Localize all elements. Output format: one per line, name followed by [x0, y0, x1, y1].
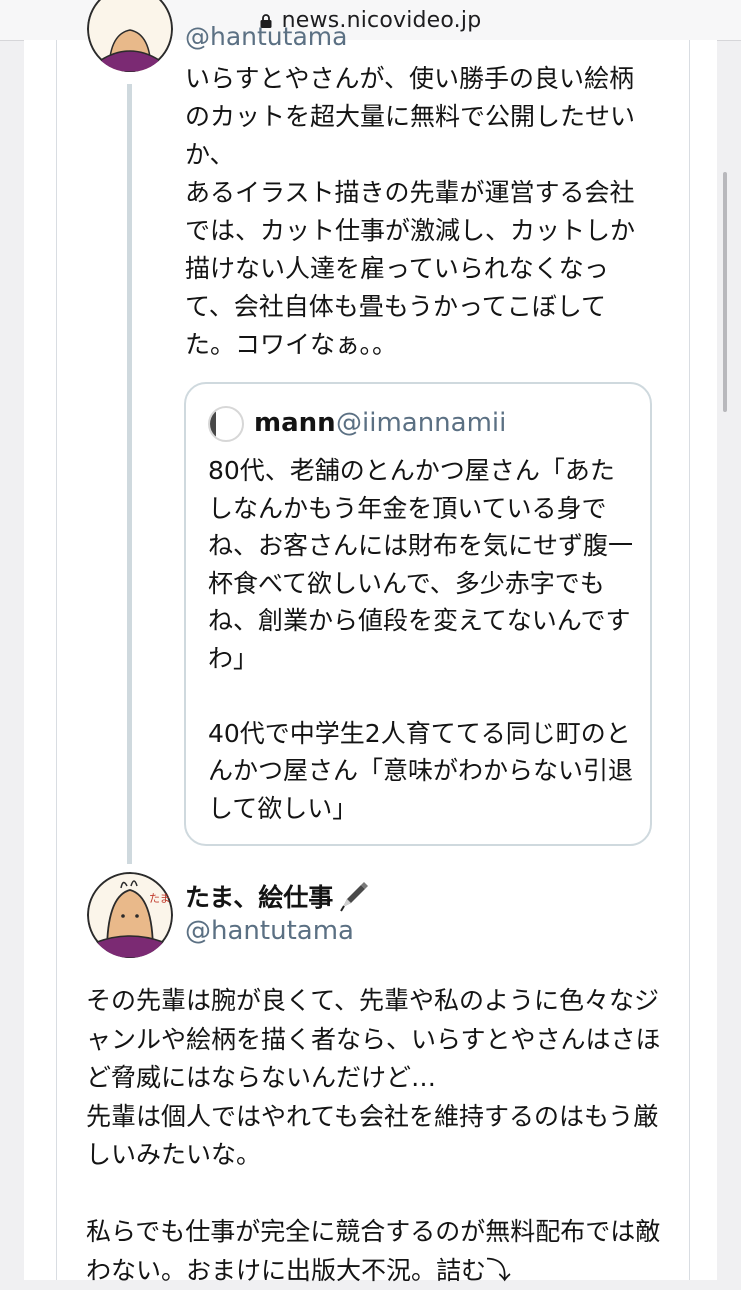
quoted-tweet[interactable]: mann @iimannamii 80代、老舗のとんかつ屋さん「あたしなんかもう…	[184, 382, 652, 846]
tweet-text: その先輩は腕が良くて、先輩や私のように色々なジャンルや絵柄を描く者なら、いらすと…	[86, 986, 661, 1285]
scrollbar[interactable]	[723, 172, 727, 412]
author-name-text: たま、絵仕事	[185, 883, 334, 912]
tweet-handle[interactable]: @hantutama	[185, 916, 354, 946]
quote-author-handle: @iimannamii	[336, 408, 507, 438]
tweet-author-name[interactable]: たま、絵仕事	[185, 878, 371, 914]
quote-author-name: mann	[254, 408, 336, 438]
tweet-handle[interactable]: @hantutama	[185, 22, 347, 51]
thread-line	[127, 84, 132, 864]
avatar[interactable]: たま	[87, 872, 173, 958]
quote-text: 80代、老舗のとんかつ屋さん「あたしなんかもう年金を頂いている身でね、お客さんに…	[208, 456, 634, 823]
avatar-image: たま	[87, 872, 173, 958]
pen-icon	[340, 882, 369, 912]
avatar-signature: たま	[149, 892, 171, 905]
quote-avatar	[208, 406, 244, 442]
tweet-text: いらすとやさんが、使い勝手の良い絵柄のカットを超大量に無料で公開したせいか、 あ…	[185, 64, 636, 359]
